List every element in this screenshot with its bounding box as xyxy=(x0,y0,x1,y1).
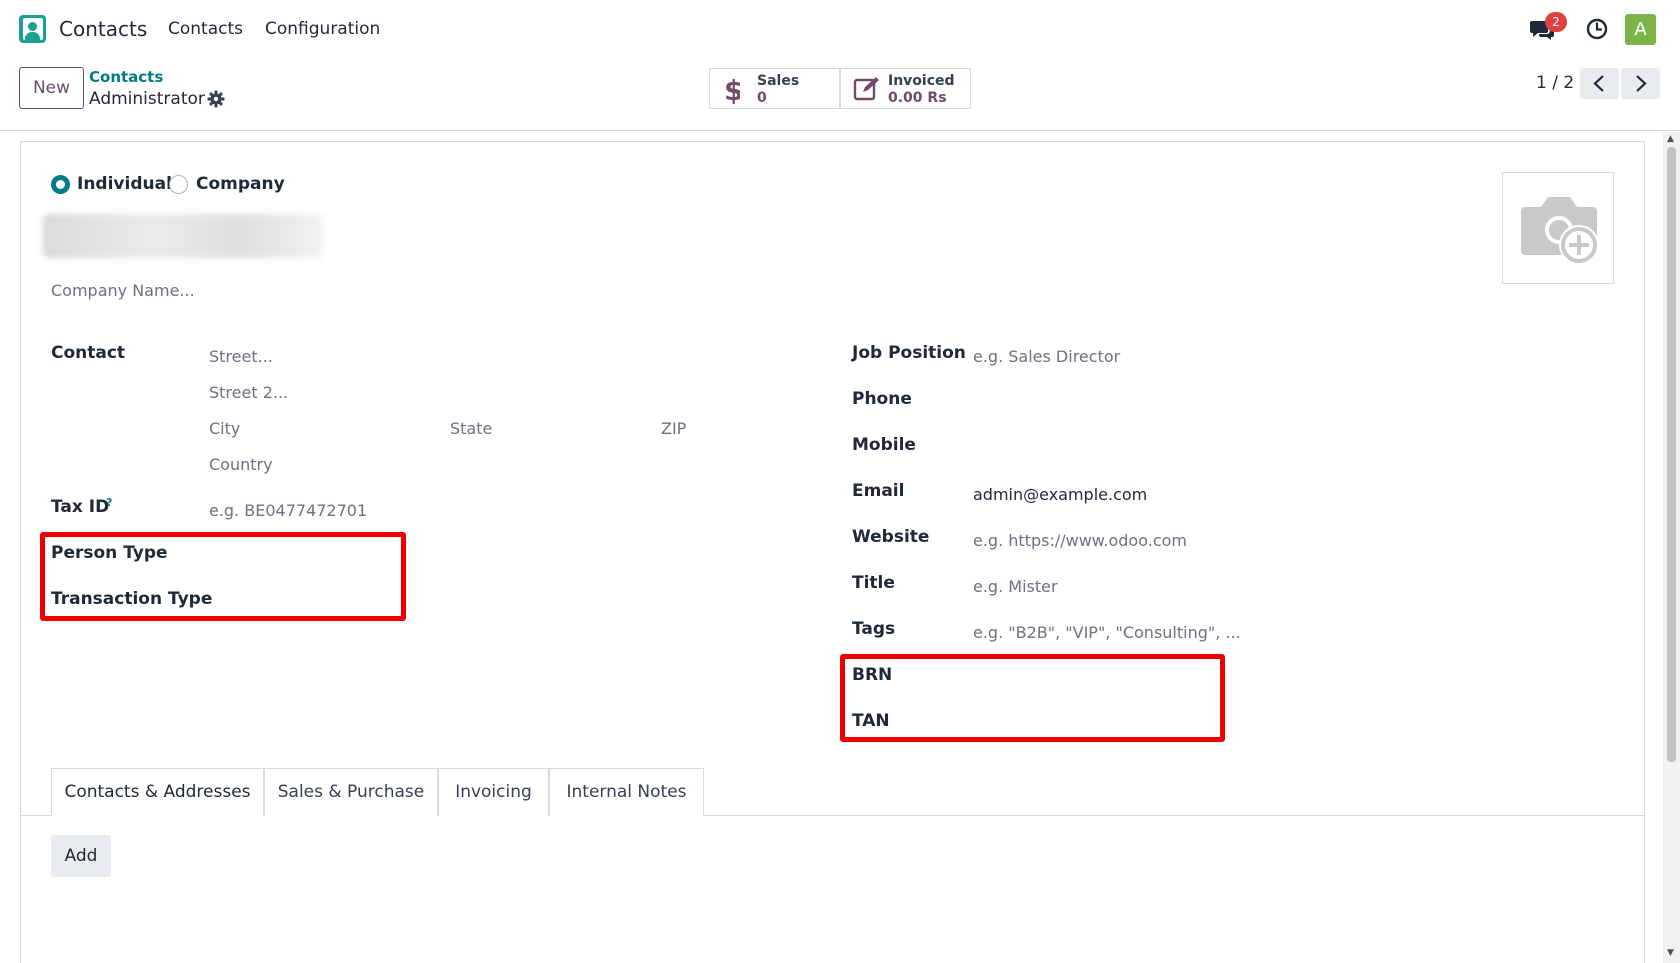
chevron-left-icon xyxy=(1593,75,1604,92)
scroll-up-arrow-icon[interactable]: ▲ xyxy=(1667,134,1674,144)
street2-input[interactable]: Street 2... xyxy=(209,383,288,402)
zip-input[interactable]: ZIP xyxy=(661,419,686,438)
state-input[interactable]: State xyxy=(450,419,492,438)
avatar-upload[interactable] xyxy=(1502,172,1614,284)
app-name[interactable]: Contacts xyxy=(59,17,147,41)
add-contact-button[interactable]: Add xyxy=(51,835,111,877)
tax-id-input[interactable]: e.g. BE0477472701 xyxy=(209,501,367,520)
scrollbar-thumb[interactable] xyxy=(1667,147,1676,762)
mobile-label: Mobile xyxy=(852,435,916,455)
menu-contacts[interactable]: Contacts xyxy=(168,19,243,39)
sales-stat-value: 0 xyxy=(757,90,767,106)
menu-configuration[interactable]: Configuration xyxy=(265,19,380,39)
website-label: Website xyxy=(852,527,930,547)
sales-stat-button[interactable]: $ Sales 0 xyxy=(709,68,840,109)
contact-address-label: Contact xyxy=(51,343,126,363)
scroll-down-arrow-icon[interactable]: ▼ xyxy=(1667,948,1674,958)
contact-name-field[interactable] xyxy=(43,214,323,258)
user-avatar[interactable]: A xyxy=(1625,14,1656,45)
radio-individual[interactable] xyxy=(51,175,70,194)
email-label: Email xyxy=(852,481,905,501)
contacts-app-icon[interactable] xyxy=(19,15,46,43)
pager-value[interactable]: 1 / 2 xyxy=(1536,73,1574,93)
tags-label: Tags xyxy=(852,619,896,639)
title-input[interactable]: e.g. Mister xyxy=(973,577,1058,596)
pager-next-button[interactable] xyxy=(1621,68,1660,99)
control-panel-divider xyxy=(0,130,1680,131)
chevron-right-icon xyxy=(1636,75,1647,92)
company-name-input[interactable]: Company Name... xyxy=(51,281,195,300)
street-input[interactable]: Street... xyxy=(209,347,273,366)
invoiced-stat-button[interactable]: Invoiced 0.00 Rs xyxy=(840,68,971,109)
tab-internal-notes[interactable]: Internal Notes xyxy=(549,768,704,816)
camera-plus-icon xyxy=(1521,197,1599,265)
gear-icon[interactable] xyxy=(207,90,225,108)
clock-icon[interactable] xyxy=(1586,18,1608,40)
radio-individual-label[interactable]: Individual xyxy=(77,174,172,194)
pager-previous-button[interactable] xyxy=(1580,68,1619,99)
radio-company-label[interactable]: Company xyxy=(196,174,285,194)
highlight-box-left xyxy=(40,532,406,621)
job-position-input[interactable]: e.g. Sales Director xyxy=(973,347,1120,366)
radio-company[interactable] xyxy=(169,175,188,194)
phone-label: Phone xyxy=(852,389,912,409)
breadcrumb-contacts[interactable]: Contacts xyxy=(89,68,163,86)
notification-badge: 2 xyxy=(1545,12,1567,32)
tax-id-help-icon[interactable]: ? xyxy=(106,496,112,509)
new-button[interactable]: New xyxy=(19,67,84,109)
tab-invoicing[interactable]: Invoicing xyxy=(438,768,549,816)
breadcrumb-current: Administrator xyxy=(89,89,205,109)
country-input[interactable]: Country xyxy=(209,455,273,474)
svg-text:$: $ xyxy=(724,75,740,105)
dollar-icon: $ xyxy=(724,75,740,105)
sales-stat-label: Sales xyxy=(757,73,800,89)
job-position-label: Job Position xyxy=(852,343,966,363)
invoiced-stat-label: Invoiced xyxy=(888,73,955,89)
tab-sales-purchase[interactable]: Sales & Purchase xyxy=(264,768,438,816)
email-input[interactable]: admin@example.com xyxy=(973,485,1147,504)
city-input[interactable]: City xyxy=(209,419,240,438)
website-input[interactable]: e.g. https://www.odoo.com xyxy=(973,531,1187,550)
invoiced-stat-value: 0.00 Rs xyxy=(888,90,947,106)
tax-id-label: Tax ID xyxy=(51,497,110,517)
tab-contacts-addresses[interactable]: Contacts & Addresses xyxy=(51,768,264,816)
highlight-box-right xyxy=(840,654,1225,742)
top-navbar: Contacts Contacts Configuration 2 A xyxy=(0,0,1680,58)
tags-input[interactable]: e.g. "B2B", "VIP", "Consulting", ... xyxy=(973,623,1241,642)
invoice-edit-icon xyxy=(853,77,879,101)
title-label: Title xyxy=(852,573,895,593)
